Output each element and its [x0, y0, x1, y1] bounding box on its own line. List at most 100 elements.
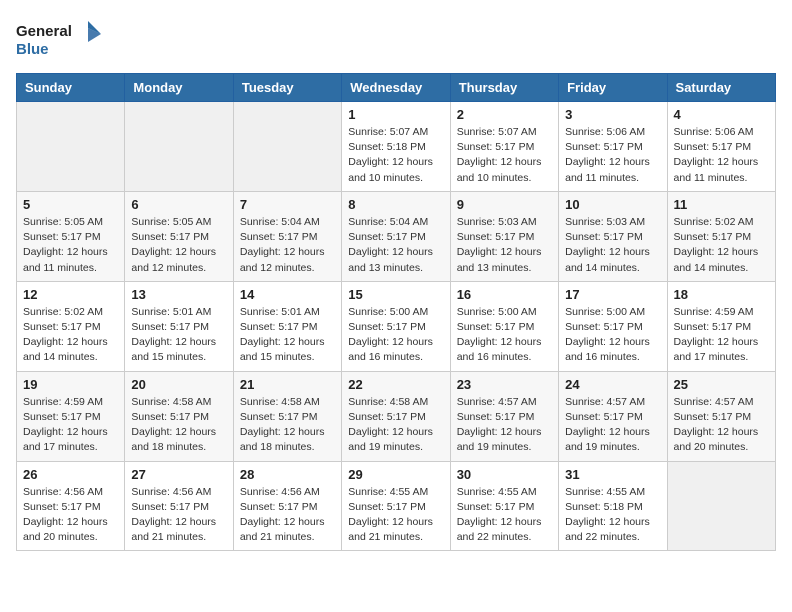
calendar-cell [233, 102, 341, 192]
day-info: Sunrise: 5:05 AM Sunset: 5:17 PM Dayligh… [131, 215, 226, 276]
calendar-cell: 13 Sunrise: 5:01 AM Sunset: 5:17 PM Dayli… [125, 281, 233, 371]
weekday-header-saturday: Saturday [667, 74, 775, 102]
calendar-cell: 19 Sunrise: 4:59 AM Sunset: 5:17 PM Dayli… [17, 371, 125, 461]
generalblue-logo: General Blue [16, 16, 106, 61]
day-number: 29 [348, 467, 443, 482]
calendar-table: SundayMondayTuesdayWednesdayThursdayFrid… [16, 73, 776, 551]
calendar-cell: 8 Sunrise: 5:04 AM Sunset: 5:17 PM Daylig… [342, 191, 450, 281]
day-info: Sunrise: 4:55 AM Sunset: 5:18 PM Dayligh… [565, 485, 660, 546]
day-info: Sunrise: 5:00 AM Sunset: 5:17 PM Dayligh… [457, 305, 552, 366]
day-info: Sunrise: 5:07 AM Sunset: 5:17 PM Dayligh… [457, 125, 552, 186]
day-number: 14 [240, 287, 335, 302]
day-number: 8 [348, 197, 443, 212]
day-info: Sunrise: 5:01 AM Sunset: 5:17 PM Dayligh… [131, 305, 226, 366]
calendar-week-row: 26 Sunrise: 4:56 AM Sunset: 5:17 PM Dayli… [17, 461, 776, 551]
day-info: Sunrise: 4:59 AM Sunset: 5:17 PM Dayligh… [674, 305, 769, 366]
calendar-cell [125, 102, 233, 192]
calendar-cell: 20 Sunrise: 4:58 AM Sunset: 5:17 PM Dayli… [125, 371, 233, 461]
calendar-cell: 6 Sunrise: 5:05 AM Sunset: 5:17 PM Daylig… [125, 191, 233, 281]
day-number: 24 [565, 377, 660, 392]
calendar-cell: 14 Sunrise: 5:01 AM Sunset: 5:17 PM Dayli… [233, 281, 341, 371]
calendar-cell: 1 Sunrise: 5:07 AM Sunset: 5:18 PM Daylig… [342, 102, 450, 192]
calendar-cell [667, 461, 775, 551]
weekday-header-friday: Friday [559, 74, 667, 102]
day-info: Sunrise: 4:58 AM Sunset: 5:17 PM Dayligh… [348, 395, 443, 456]
calendar-cell: 9 Sunrise: 5:03 AM Sunset: 5:17 PM Daylig… [450, 191, 558, 281]
calendar-cell: 31 Sunrise: 4:55 AM Sunset: 5:18 PM Dayli… [559, 461, 667, 551]
calendar-week-row: 19 Sunrise: 4:59 AM Sunset: 5:17 PM Dayli… [17, 371, 776, 461]
day-info: Sunrise: 4:57 AM Sunset: 5:17 PM Dayligh… [674, 395, 769, 456]
day-number: 26 [23, 467, 118, 482]
day-info: Sunrise: 4:58 AM Sunset: 5:17 PM Dayligh… [131, 395, 226, 456]
day-info: Sunrise: 5:00 AM Sunset: 5:17 PM Dayligh… [565, 305, 660, 366]
svg-text:General: General [16, 23, 72, 40]
day-number: 11 [674, 197, 769, 212]
calendar-cell: 3Sunrise: 5:06 AM Sunset: 5:17 PM Daylig… [559, 102, 667, 192]
calendar-cell: 23 Sunrise: 4:57 AM Sunset: 5:17 PM Dayli… [450, 371, 558, 461]
calendar-cell: 25Sunrise: 4:57 AM Sunset: 5:17 PM Dayli… [667, 371, 775, 461]
page-header: General Blue [16, 16, 776, 61]
day-number: 16 [457, 287, 552, 302]
day-number: 1 [348, 107, 443, 122]
day-number: 20 [131, 377, 226, 392]
calendar-cell: 22 Sunrise: 4:58 AM Sunset: 5:17 PM Dayli… [342, 371, 450, 461]
day-number: 5 [23, 197, 118, 212]
calendar-cell [17, 102, 125, 192]
day-info: Sunrise: 5:06 AM Sunset: 5:17 PM Dayligh… [674, 125, 769, 186]
calendar-cell: 26 Sunrise: 4:56 AM Sunset: 5:17 PM Dayli… [17, 461, 125, 551]
day-info: Sunrise: 4:55 AM Sunset: 5:17 PM Dayligh… [457, 485, 552, 546]
day-info: Sunrise: 4:56 AM Sunset: 5:17 PM Dayligh… [240, 485, 335, 546]
calendar-cell: 7Sunrise: 5:04 AM Sunset: 5:17 PM Daylig… [233, 191, 341, 281]
day-info: Sunrise: 5:02 AM Sunset: 5:17 PM Dayligh… [674, 215, 769, 276]
day-number: 31 [565, 467, 660, 482]
logo: General Blue [16, 16, 106, 61]
day-info: Sunrise: 5:04 AM Sunset: 5:17 PM Dayligh… [348, 215, 443, 276]
svg-text:Blue: Blue [16, 41, 49, 58]
weekday-header-thursday: Thursday [450, 74, 558, 102]
calendar-cell: 4Sunrise: 5:06 AM Sunset: 5:17 PM Daylig… [667, 102, 775, 192]
day-info: Sunrise: 4:57 AM Sunset: 5:17 PM Dayligh… [565, 395, 660, 456]
day-info: Sunrise: 5:01 AM Sunset: 5:17 PM Dayligh… [240, 305, 335, 366]
day-info: Sunrise: 4:59 AM Sunset: 5:17 PM Dayligh… [23, 395, 118, 456]
day-info: Sunrise: 4:56 AM Sunset: 5:17 PM Dayligh… [23, 485, 118, 546]
calendar-cell: 16 Sunrise: 5:00 AM Sunset: 5:17 PM Dayli… [450, 281, 558, 371]
day-number: 17 [565, 287, 660, 302]
day-info: Sunrise: 5:05 AM Sunset: 5:17 PM Dayligh… [23, 215, 118, 276]
day-info: Sunrise: 5:03 AM Sunset: 5:17 PM Dayligh… [457, 215, 552, 276]
day-number: 6 [131, 197, 226, 212]
calendar-cell: 5 Sunrise: 5:05 AM Sunset: 5:17 PM Daylig… [17, 191, 125, 281]
day-number: 9 [457, 197, 552, 212]
day-info: Sunrise: 4:56 AM Sunset: 5:17 PM Dayligh… [131, 485, 226, 546]
calendar-week-row: 5 Sunrise: 5:05 AM Sunset: 5:17 PM Daylig… [17, 191, 776, 281]
weekday-header-wednesday: Wednesday [342, 74, 450, 102]
day-number: 27 [131, 467, 226, 482]
weekday-header-sunday: Sunday [17, 74, 125, 102]
calendar-cell: 10Sunrise: 5:03 AM Sunset: 5:17 PM Dayli… [559, 191, 667, 281]
weekday-header-monday: Monday [125, 74, 233, 102]
calendar-cell: 18 Sunrise: 4:59 AM Sunset: 5:17 PM Dayli… [667, 281, 775, 371]
calendar-cell: 12Sunrise: 5:02 AM Sunset: 5:17 PM Dayli… [17, 281, 125, 371]
weekday-header-row: SundayMondayTuesdayWednesdayThursdayFrid… [17, 74, 776, 102]
day-number: 3 [565, 107, 660, 122]
day-info: Sunrise: 4:57 AM Sunset: 5:17 PM Dayligh… [457, 395, 552, 456]
day-info: Sunrise: 4:55 AM Sunset: 5:17 PM Dayligh… [348, 485, 443, 546]
day-info: Sunrise: 5:04 AM Sunset: 5:17 PM Dayligh… [240, 215, 335, 276]
day-info: Sunrise: 4:58 AM Sunset: 5:17 PM Dayligh… [240, 395, 335, 456]
day-number: 10 [565, 197, 660, 212]
day-number: 18 [674, 287, 769, 302]
calendar-cell: 21 Sunrise: 4:58 AM Sunset: 5:17 PM Dayli… [233, 371, 341, 461]
day-number: 21 [240, 377, 335, 392]
calendar-cell: 15Sunrise: 5:00 AM Sunset: 5:17 PM Dayli… [342, 281, 450, 371]
day-number: 30 [457, 467, 552, 482]
calendar-week-row: 12Sunrise: 5:02 AM Sunset: 5:17 PM Dayli… [17, 281, 776, 371]
day-number: 19 [23, 377, 118, 392]
calendar-cell: 27 Sunrise: 4:56 AM Sunset: 5:17 PM Dayli… [125, 461, 233, 551]
calendar-cell: 28 Sunrise: 4:56 AM Sunset: 5:17 PM Dayli… [233, 461, 341, 551]
day-number: 22 [348, 377, 443, 392]
day-number: 23 [457, 377, 552, 392]
day-number: 15 [348, 287, 443, 302]
calendar-cell: 30 Sunrise: 4:55 AM Sunset: 5:17 PM Dayli… [450, 461, 558, 551]
day-info: Sunrise: 5:07 AM Sunset: 5:18 PM Dayligh… [348, 125, 443, 186]
day-number: 28 [240, 467, 335, 482]
day-number: 13 [131, 287, 226, 302]
